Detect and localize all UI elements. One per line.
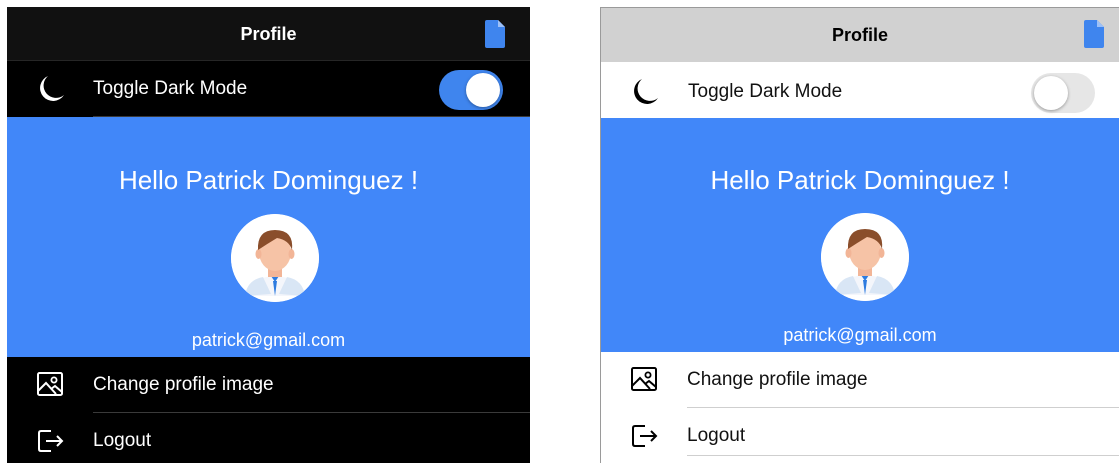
greeting-text: Hello Patrick Dominguez ! [118, 165, 419, 195]
logout-item[interactable]: Logout [7, 413, 530, 463]
profile-card: Hello Patrick Dominguez ! patrick@gmail.… [7, 117, 530, 357]
logout-icon [629, 420, 661, 452]
divider [687, 455, 1119, 456]
dark-mode-toggle[interactable] [439, 70, 503, 110]
navigation-bar: Profile [601, 8, 1119, 62]
profile-card: Hello Patrick Dominguez ! patrick@gmail.… [601, 118, 1119, 352]
logout-icon [35, 425, 67, 457]
moon-icon [35, 73, 67, 105]
image-icon [35, 369, 67, 401]
toggle-knob [466, 73, 500, 107]
change-profile-image-item[interactable]: Change profile image [7, 357, 530, 413]
logout-item[interactable]: Logout [601, 408, 1119, 458]
dark-mode-toggle[interactable] [1031, 73, 1095, 113]
avatar [821, 213, 909, 301]
dark-mode-row: Toggle Dark Mode [601, 62, 1119, 118]
logout-label: Logout [687, 425, 746, 446]
logout-label: Logout [93, 430, 152, 451]
toggle-knob [1034, 76, 1068, 110]
image-icon [629, 364, 661, 396]
navigation-bar: Profile [7, 7, 530, 61]
profile-screen-dark: Profile Toggle Dark Mode Hello Patrick D… [7, 7, 530, 463]
profile-screen-light: Profile Toggle Dark Mode Hello Patrick D… [600, 7, 1119, 463]
page-title: Profile [831, 25, 888, 45]
greeting-text: Hello Patrick Dominguez ! [710, 165, 1010, 195]
avatar [231, 214, 319, 302]
email-text: patrick@gmail.com [191, 330, 346, 350]
dark-mode-label: Toggle Dark Mode [688, 81, 843, 102]
moon-icon [629, 76, 661, 108]
change-profile-image-label: Change profile image [93, 374, 274, 395]
email-text: patrick@gmail.com [783, 325, 937, 345]
dark-mode-label: Toggle Dark Mode [93, 78, 248, 99]
change-profile-image-label: Change profile image [687, 369, 868, 390]
page-title: Profile [240, 24, 297, 44]
document-icon[interactable] [485, 20, 505, 48]
change-profile-image-item[interactable]: Change profile image [601, 352, 1119, 408]
document-icon[interactable] [1084, 20, 1104, 48]
dark-mode-row: Toggle Dark Mode [7, 61, 530, 117]
